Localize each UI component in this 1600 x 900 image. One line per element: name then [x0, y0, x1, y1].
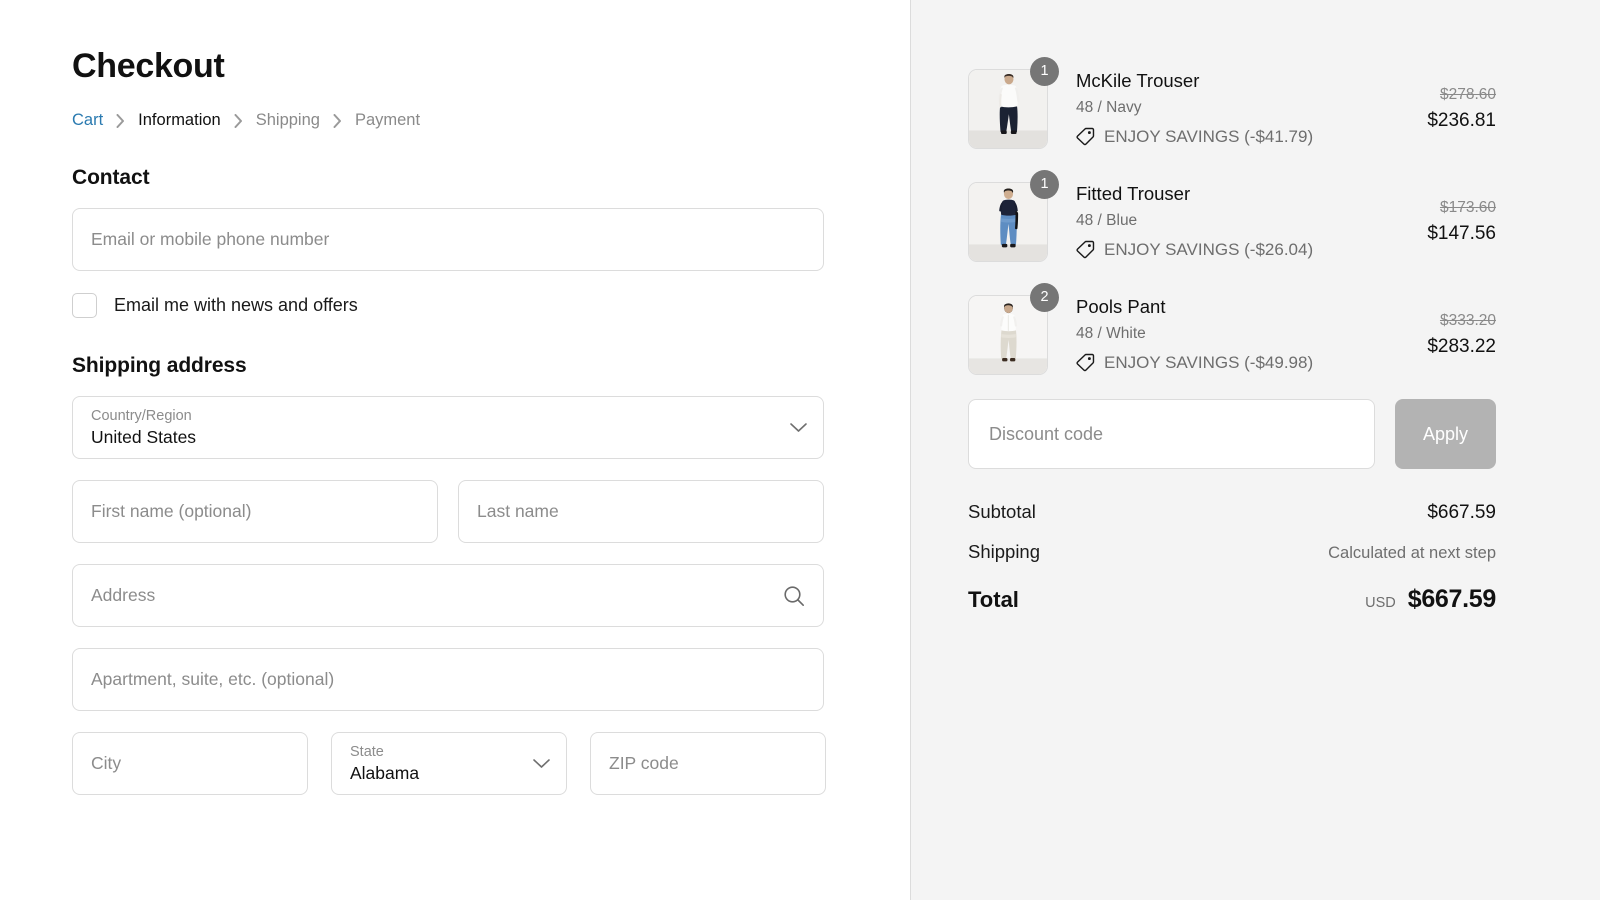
total-currency: USD	[1365, 595, 1396, 611]
state-select[interactable]: State Alabama	[331, 732, 567, 796]
item-price-current: $236.81	[1427, 110, 1496, 132]
item-discount-label: ENJOY SAVINGS (-$41.79)	[1104, 126, 1314, 146]
quantity-badge: 1	[1030, 57, 1059, 86]
total-label: Total	[968, 587, 1019, 612]
item-title: McKile Trouser	[1076, 70, 1200, 91]
breadcrumb-item-cart[interactable]: Cart	[72, 111, 103, 130]
tag-icon	[1076, 127, 1095, 146]
search-icon[interactable]	[783, 585, 805, 607]
total-value: $667.59	[1407, 585, 1497, 613]
discount-code-placeholder: Discount code	[989, 423, 1104, 444]
discount-code-input[interactable]: Discount code	[968, 399, 1375, 469]
item-price-original: $278.60	[1439, 86, 1496, 103]
city-placeholder: City	[91, 753, 122, 774]
order-summary: 1 McKile Trouser 48 / Navy ENJOY SAVINGS…	[968, 57, 1496, 614]
item-prices: $173.60 $147.56	[1386, 170, 1496, 246]
shipping-address-heading: Shipping address	[72, 354, 247, 378]
state-label: State	[350, 743, 384, 760]
shipping-value: Calculated at next step	[1328, 544, 1496, 562]
newsletter-checkbox[interactable]	[72, 293, 97, 319]
apply-discount-button[interactable]: Apply	[1395, 399, 1496, 469]
country-value: United States	[91, 427, 197, 448]
item-title: Fitted Trouser	[1076, 183, 1191, 204]
item-info: McKile Trouser 48 / Navy ENJOY SAVINGS (…	[1056, 57, 1386, 147]
item-variant: 48 / Navy	[1076, 99, 1142, 117]
chevron-right-icon	[333, 113, 342, 128]
chevron-right-icon	[234, 113, 243, 128]
breadcrumb: Cart Information Shipping Payment	[72, 111, 824, 130]
item-variant: 48 / Blue	[1076, 212, 1138, 230]
form-column: Checkout Cart Information Shipping Payme…	[72, 47, 826, 796]
city-state-zip-row: City State Alabama ZIP code	[72, 732, 826, 796]
checkout-page: Checkout Cart Information Shipping Payme…	[0, 0, 1600, 900]
order-summary-pane: 1 McKile Trouser 48 / Navy ENJOY SAVINGS…	[911, 0, 1600, 900]
item-info: Fitted Trouser 48 / Blue ENJOY SAVINGS (…	[1056, 170, 1386, 260]
country-label: Country/Region	[91, 407, 192, 424]
state-value: Alabama	[350, 763, 420, 784]
item-prices: $278.60 $236.81	[1386, 57, 1496, 133]
zip-field[interactable]: ZIP code	[590, 732, 826, 796]
line-item: 1 Fitted Trouser 48 / Blue ENJOY SAVINGS…	[968, 170, 1496, 262]
quantity-badge: 2	[1030, 283, 1059, 312]
tag-icon	[1076, 353, 1095, 372]
first-name-placeholder: First name (optional)	[91, 501, 252, 522]
item-price-current: $147.56	[1427, 223, 1496, 245]
item-discount-label: ENJOY SAVINGS (-$26.04)	[1104, 239, 1314, 259]
first-name-field[interactable]: First name (optional)	[72, 480, 438, 544]
item-price-original: $333.20	[1439, 312, 1496, 329]
quantity-badge: 1	[1030, 170, 1059, 199]
item-prices: $333.20 $283.22	[1386, 283, 1496, 359]
last-name-field[interactable]: Last name	[458, 480, 824, 544]
item-price-original: $173.60	[1439, 199, 1496, 216]
newsletter-checkbox-row[interactable]: Email me with news and offers	[72, 293, 824, 319]
country-select[interactable]: Country/Region United States	[72, 396, 824, 460]
zip-placeholder: ZIP code	[609, 753, 679, 774]
apartment-placeholder: Apartment, suite, etc. (optional)	[91, 669, 335, 690]
line-item: 1 McKile Trouser 48 / Navy ENJOY SAVINGS…	[968, 57, 1496, 149]
thumbnail-wrap: 2	[968, 283, 1059, 375]
item-discount: ENJOY SAVINGS (-$26.04)	[1076, 240, 1386, 260]
chevron-down-icon	[533, 759, 550, 769]
checkout-form-pane: Checkout Cart Information Shipping Payme…	[0, 0, 911, 900]
shipping-label: Shipping	[968, 541, 1041, 562]
chevron-down-icon	[790, 423, 807, 433]
total-amount-group: USD $667.59	[1365, 585, 1496, 614]
email-placeholder: Email or mobile phone number	[91, 229, 330, 250]
name-row: First name (optional) Last name	[72, 480, 824, 544]
breadcrumb-item-shipping: Shipping	[255, 111, 320, 130]
chevron-right-icon	[116, 113, 125, 128]
breadcrumb-item-payment: Payment	[354, 111, 421, 130]
total-row: Total USD $667.59	[968, 585, 1496, 614]
subtotal-value: $667.59	[1427, 502, 1496, 523]
shipping-row: Shipping Calculated at next step	[968, 541, 1496, 563]
newsletter-label: Email me with news and offers	[114, 295, 358, 316]
item-discount-label: ENJOY SAVINGS (-$49.98)	[1104, 352, 1314, 372]
item-discount: ENJOY SAVINGS (-$49.98)	[1076, 353, 1386, 373]
item-variant: 48 / White	[1076, 325, 1146, 343]
item-discount: ENJOY SAVINGS (-$41.79)	[1076, 127, 1386, 147]
apartment-field[interactable]: Apartment, suite, etc. (optional)	[72, 648, 824, 712]
subtotal-label: Subtotal	[968, 501, 1036, 522]
discount-code-row: Discount code Apply	[968, 399, 1496, 469]
page-title: Checkout	[72, 47, 225, 85]
contact-heading: Contact	[72, 166, 150, 190]
line-item: 2 Pools Pant 48 / White ENJOY SAVINGS (-…	[968, 283, 1496, 375]
item-price-current: $283.22	[1427, 336, 1496, 358]
city-field[interactable]: City	[72, 732, 308, 796]
thumbnail-wrap: 1	[968, 170, 1059, 262]
address-field[interactable]: Address	[72, 564, 824, 628]
thumbnail-wrap: 1	[968, 57, 1059, 149]
breadcrumb-item-information[interactable]: Information	[138, 111, 221, 130]
last-name-placeholder: Last name	[477, 501, 559, 522]
item-title: Pools Pant	[1076, 296, 1166, 317]
address-placeholder: Address	[91, 585, 156, 606]
subtotal-row: Subtotal $667.59	[968, 501, 1496, 524]
tag-icon	[1076, 240, 1095, 259]
email-field[interactable]: Email or mobile phone number	[72, 208, 824, 272]
item-info: Pools Pant 48 / White ENJOY SAVINGS (-$4…	[1056, 283, 1386, 373]
